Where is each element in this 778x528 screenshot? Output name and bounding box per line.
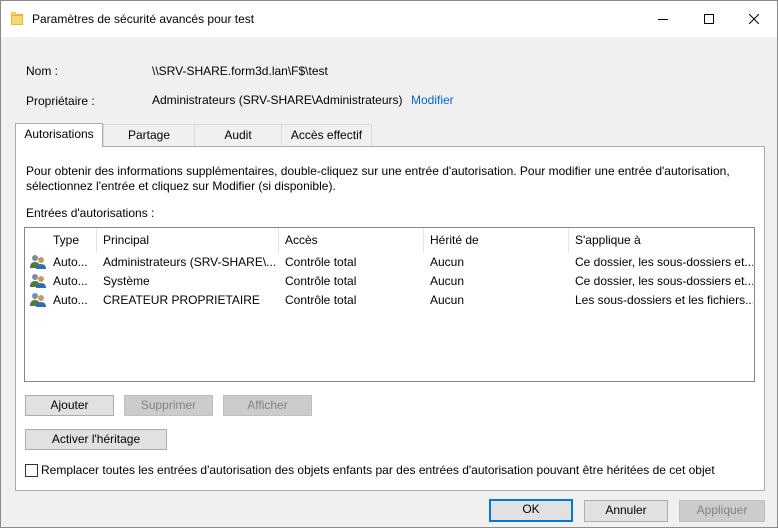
name-label: Nom :: [26, 64, 59, 78]
maximize-icon: [704, 14, 714, 24]
window-title: Paramètres de sécurité avancés pour test: [32, 12, 255, 26]
tab-effective-access[interactable]: Accès effectif: [281, 124, 372, 146]
cell-principal: CREATEUR PROPRIETAIRE: [103, 293, 260, 307]
replace-child-permissions-label[interactable]: Remplacer toutes les entrées d'autorisat…: [41, 463, 715, 477]
cell-applies-to: Ce dossier, les sous-dossiers et...: [575, 274, 753, 288]
owner-value: Administrateurs (SRV-SHARE\Administrateu…: [152, 93, 403, 107]
column-header-type[interactable]: Type: [47, 228, 97, 253]
title-bar: Paramètres de sécurité avancés pour test: [1, 1, 777, 37]
cell-access: Contrôle total: [285, 274, 357, 288]
minimize-icon: [658, 19, 668, 20]
list-header: Type Principal Accès Hérité de S'appliqu…: [25, 228, 754, 253]
tab-audit[interactable]: Audit: [194, 124, 282, 146]
replace-child-permissions-checkbox[interactable]: [25, 464, 38, 477]
cell-inherited-from: Aucun: [430, 274, 465, 288]
ok-button[interactable]: OK: [489, 499, 573, 522]
cell-type: Auto...: [53, 293, 88, 307]
apply-button[interactable]: Appliquer: [679, 500, 765, 522]
entries-label: Entrées d'autorisations :: [26, 206, 155, 220]
column-header-access[interactable]: Accès: [279, 228, 424, 253]
column-header-applies-to[interactable]: S'applique à: [569, 228, 754, 253]
users-icon: [29, 273, 47, 289]
view-button[interactable]: Afficher: [223, 395, 312, 416]
name-value: \\SRV-SHARE.form3d.lan\F$\test: [152, 64, 328, 78]
cell-principal: Système: [103, 274, 150, 288]
add-button[interactable]: Ajouter: [25, 395, 114, 416]
cell-access: Contrôle total: [285, 255, 357, 269]
cell-access: Contrôle total: [285, 293, 357, 307]
cell-applies-to: Les sous-dossiers et les fichiers...: [575, 293, 753, 307]
close-button[interactable]: [731, 1, 777, 37]
folder-icon: [11, 12, 23, 26]
table-row[interactable]: Auto... Système Contrôle total Aucun Ce …: [25, 272, 754, 291]
column-header-inherited-from[interactable]: Hérité de: [424, 228, 569, 253]
enable-inheritance-button[interactable]: Activer l'héritage: [25, 429, 167, 450]
cancel-button[interactable]: Annuler: [584, 500, 668, 522]
close-icon: [749, 14, 759, 24]
column-header-principal[interactable]: Principal: [97, 228, 279, 253]
cell-applies-to: Ce dossier, les sous-dossiers et...: [575, 255, 753, 269]
cell-type: Auto...: [53, 255, 88, 269]
permission-entries-list[interactable]: Type Principal Accès Hérité de S'appliqu…: [24, 227, 755, 382]
owner-label: Propriétaire :: [26, 94, 95, 108]
minimize-button[interactable]: [640, 1, 686, 37]
tab-permissions[interactable]: Autorisations: [15, 123, 103, 147]
table-row[interactable]: Auto... Administrateurs (SRV-SHARE\... C…: [25, 253, 754, 272]
advanced-security-dialog: Paramètres de sécurité avancés pour test…: [0, 0, 778, 528]
users-icon: [29, 292, 47, 308]
table-row[interactable]: Auto... CREATEUR PROPRIETAIRE Contrôle t…: [25, 291, 754, 310]
users-icon: [29, 254, 47, 270]
cell-inherited-from: Aucun: [430, 293, 465, 307]
cell-principal: Administrateurs (SRV-SHARE\...: [103, 255, 277, 269]
remove-button[interactable]: Supprimer: [124, 395, 213, 416]
cell-inherited-from: Aucun: [430, 255, 465, 269]
permissions-description: Pour obtenir des informations supplément…: [26, 164, 730, 193]
maximize-button[interactable]: [686, 1, 732, 37]
owner-modify-link[interactable]: Modifier: [411, 93, 454, 107]
cell-type: Auto...: [53, 274, 88, 288]
tab-sharing[interactable]: Partage: [103, 124, 195, 146]
